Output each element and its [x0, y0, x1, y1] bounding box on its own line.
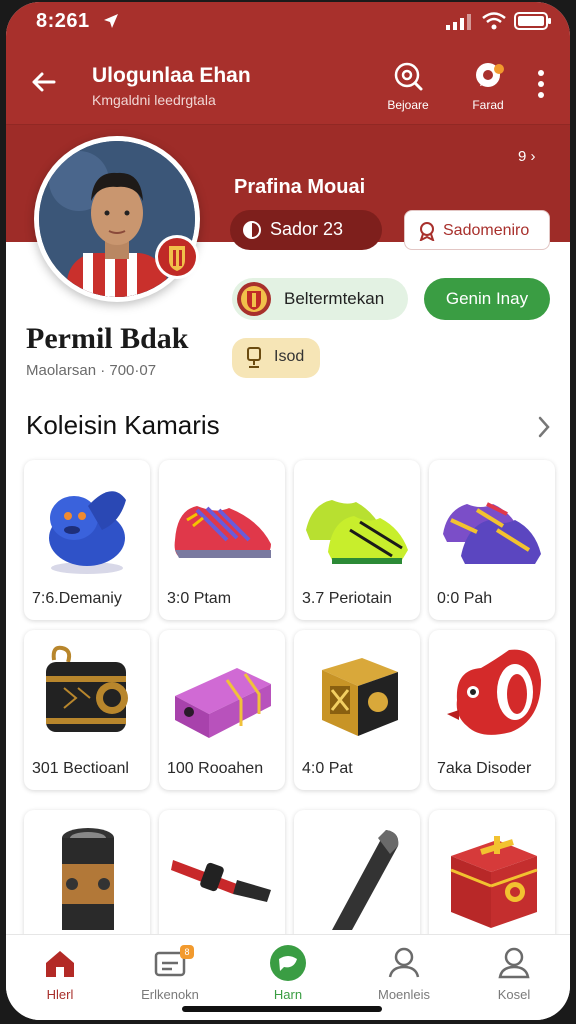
phone-screen: 8:261 Ulogunlaa Ehan Kmgaldni leedrgtala — [6, 2, 570, 1020]
flute-icon — [171, 860, 271, 902]
location-arrow-icon — [104, 14, 118, 28]
collection-item[interactable]: 7aka Disoder — [429, 630, 555, 790]
action-button-bejoare[interactable]: Bejoare — [376, 60, 440, 112]
club-crest-icon — [155, 235, 199, 279]
home-icon — [46, 951, 74, 977]
chevron-right-icon: › — [530, 148, 536, 165]
purple-cleats-icon — [443, 502, 541, 564]
wifi-icon — [482, 12, 506, 30]
collection-title: Koleisin Kamaris — [26, 410, 220, 440]
red-dragon-icon — [447, 649, 541, 735]
gold-chip[interactable]: Isod — [232, 338, 320, 378]
canister-icon — [62, 828, 114, 930]
nav-label: Harn — [273, 987, 303, 1002]
trophy-icon — [247, 347, 261, 368]
nav-item-chat[interactable]: Harn — [240, 945, 336, 1002]
collection-item[interactable]: 4:0 Pat — [294, 630, 420, 790]
collection-item-label: 3.7 Periotain — [302, 590, 392, 607]
gold-chip-label: Isod — [274, 348, 305, 365]
collection-item[interactable]: 3.7 Periotain — [294, 460, 420, 620]
notification-dot — [494, 64, 504, 74]
collection-item[interactable]: 0:0 Pah — [429, 460, 555, 620]
badge-icon — [419, 222, 435, 241]
collection-item-label: 7aka Disoder — [437, 760, 532, 777]
nav-label: Moenleis — [377, 987, 431, 1002]
nav-label: Erlkenokn — [141, 987, 199, 1002]
action-button-farad[interactable]: Farad — [456, 60, 520, 112]
action-label: Bejoare — [387, 98, 429, 112]
score-text: Sador 23 — [270, 219, 344, 239]
app-subtitle: Kmgaldni leedrgtala — [92, 92, 216, 108]
purple-case-icon — [175, 668, 271, 738]
person-icon — [388, 947, 420, 978]
app-bar: Ulogunlaa Ehan Kmgaldni leedrgtala Bejoa… — [6, 50, 570, 120]
blue-creature-figurine-icon — [49, 491, 126, 574]
status-bar: 8:261 — [6, 2, 570, 42]
collection-item-label: 100 Rooahen — [167, 760, 264, 777]
profile-label: Prafina Mouai — [234, 176, 366, 198]
rating-value: 9 — [518, 148, 527, 165]
gold-cube-icon — [322, 658, 398, 736]
team-chip-label: Beltermtekan — [284, 289, 385, 308]
half-circle-icon — [243, 221, 261, 239]
chat-bubble-icon — [270, 945, 306, 981]
collection-item[interactable]: 301 Bectioanl — [24, 630, 150, 790]
signal-icon — [446, 14, 471, 30]
app-title: Ulogunlaa Ehan — [92, 64, 251, 87]
red-chest-icon — [450, 836, 538, 928]
nav-label: Hlerl — [46, 987, 74, 1002]
action-label: Farad — [472, 98, 504, 112]
battery-icon — [514, 12, 551, 30]
profile-icon — [498, 947, 530, 979]
green-boots-icon — [306, 500, 408, 564]
lantern-box-icon — [46, 645, 128, 732]
baton-icon — [332, 830, 399, 930]
nav-item-profile[interactable]: Kosel — [466, 945, 562, 1002]
user-meta: Maolarsan · 700·07 — [26, 362, 157, 379]
team-crest-icon — [237, 282, 271, 316]
collection-item-label: 7:6.Demaniy — [32, 590, 122, 607]
nav-item-home[interactable]: Hlerl — [12, 945, 108, 1002]
collection-item-label: 0:0 Pah — [437, 590, 493, 607]
target-icon — [394, 62, 423, 91]
more-menu-icon[interactable] — [532, 68, 550, 102]
home-indicator — [182, 1006, 382, 1012]
collection-item[interactable]: 7:6.Demaniy — [24, 460, 150, 620]
status-time: 8:261 — [36, 10, 90, 32]
collection-item-label: 3:0 Ptam — [167, 590, 232, 607]
red-sneaker-icon — [174, 506, 271, 558]
collection-item[interactable]: 3:0 Ptam — [159, 460, 285, 620]
chevron-right-icon[interactable] — [536, 414, 552, 440]
rating-link[interactable]: 9 › — [518, 148, 536, 165]
team-chip[interactable]: Beltermtekan — [232, 278, 408, 320]
nav-item-members[interactable]: Moenleis — [356, 945, 452, 1002]
user-name: Permil Bdak — [26, 322, 189, 355]
collection-item-label: 4:0 Pat — [302, 760, 353, 777]
nav-badge: 8 — [180, 945, 194, 959]
back-arrow-icon[interactable] — [28, 66, 60, 98]
green-action-button[interactable]: Genin Inay — [424, 278, 550, 320]
subscribe-button[interactable]: Sadomeniro — [404, 210, 550, 250]
collection-item[interactable]: 100 Rooahen — [159, 630, 285, 790]
score-pill[interactable]: Sador 23 — [230, 210, 382, 250]
nav-label: Kosel — [497, 987, 531, 1002]
nav-item-tickets[interactable]: 8 Erlkenokn — [122, 945, 218, 1002]
subscribe-label: Sadomeniro — [443, 222, 530, 239]
collection-item-label: 301 Bectioanl — [32, 760, 129, 777]
